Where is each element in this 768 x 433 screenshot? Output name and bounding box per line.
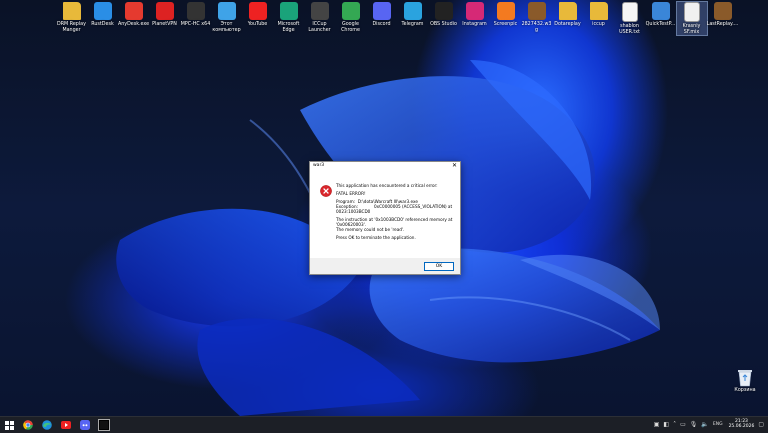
desktop-icon[interactable]: Этот компьютер <box>212 2 242 35</box>
desktop-icon-label: Этот компьютер <box>212 22 241 33</box>
volume-icon[interactable]: 🔈 <box>701 421 708 428</box>
text-file-icon <box>621 2 638 22</box>
system-tray: ▣ ◧ ˄ ▭ 🎙 🔈 ENG 21:23 25.06.2026 ▢ <box>650 419 764 429</box>
desktop-icon-label: Screenpic <box>493 22 518 27</box>
desktop-icon[interactable]: MPC-HC x64 <box>181 2 211 35</box>
computer-icon <box>217 2 236 20</box>
error-message: This application has encountered a criti… <box>336 183 456 240</box>
desktop-icon[interactable]: PlanetVPN <box>150 2 180 35</box>
desktop-icon-label: shablon USER.txt <box>619 24 640 35</box>
desktop-icon-label: Krasniy SF.mix <box>682 24 701 35</box>
obs-icon <box>434 2 453 20</box>
error-dialog: war3 ✕ This application has encountered … <box>309 161 461 275</box>
close-icon[interactable]: ✕ <box>452 162 457 169</box>
youtube-icon <box>248 2 267 20</box>
desktop-icon-label: ICCup Launcher <box>308 22 331 33</box>
recycle-bin-label: Корзина <box>734 388 756 393</box>
desktop-icon[interactable]: Krasniy SF.mix <box>675 0 708 37</box>
dialog-titlebar[interactable]: war3 ✕ <box>310 162 460 170</box>
desktop-icon-label: YouTube <box>247 22 268 27</box>
desktop-icon-label: Discord <box>372 22 391 27</box>
desktop-icon[interactable]: QuickTestP... <box>646 2 676 35</box>
desktop-icon[interactable]: Discord <box>367 2 397 35</box>
quicktest-icon <box>651 2 670 20</box>
w3g-icon <box>527 2 546 20</box>
iccup-icon <box>310 2 329 20</box>
desktop-icon[interactable]: Telegram <box>398 2 428 35</box>
clock[interactable]: 21:23 25.06.2026 <box>729 419 755 429</box>
w3g-icon <box>713 2 732 20</box>
recycle-bin[interactable]: Корзина <box>731 367 759 393</box>
taskbar-apps <box>4 419 118 431</box>
screenpic-icon <box>496 2 515 20</box>
error-icon <box>320 182 332 197</box>
show-hidden-icons-icon[interactable]: ˄ <box>673 421 676 428</box>
network-icon[interactable]: ▭ <box>680 421 686 428</box>
edge-icon[interactable] <box>42 420 52 430</box>
desktop-icon-label: iccup <box>592 22 605 27</box>
desktop-icon[interactable]: Screenpic <box>491 2 521 35</box>
desktop-icon-label: LastReplay.... <box>706 22 739 27</box>
desktop-icon[interactable]: iccup <box>584 2 614 35</box>
desktop-icon[interactable]: Microsoft Edge <box>274 2 304 35</box>
tray-app-icon[interactable]: ▣ <box>654 421 660 428</box>
discord-icon[interactable] <box>80 420 90 430</box>
youtube-icon[interactable] <box>61 420 71 430</box>
desktop-icon[interactable]: RustDesk <box>88 2 118 35</box>
desktop-icon-label: Google Chrome <box>341 22 360 33</box>
desktop-icon-label: Microsoft Edge <box>277 22 300 33</box>
desktop-icon[interactable]: shablon USER.txt <box>615 2 645 35</box>
desktop-icon[interactable]: DRM Replay Manger <box>57 2 87 35</box>
microphone-icon[interactable]: 🎙 <box>690 421 698 428</box>
desktop-icon-label: Telegram <box>401 22 424 27</box>
desktop-icon[interactable]: AnyDesk.exe <box>117 2 150 35</box>
file-icon <box>683 2 700 22</box>
chrome-icon <box>341 2 360 20</box>
chrome-icon[interactable] <box>23 420 33 430</box>
folder-icon <box>558 2 577 20</box>
desktop-icon[interactable]: OBS Studio <box>429 2 459 35</box>
clock-date: 25.06.2026 <box>728 424 755 429</box>
ok-button[interactable]: OK <box>424 262 454 271</box>
rustdesk-icon <box>93 2 112 20</box>
dialog-footer: OK <box>310 258 460 274</box>
language-indicator[interactable]: ENG <box>713 422 723 427</box>
desktop-icon[interactable]: Google Chrome <box>336 2 366 35</box>
telegram-icon <box>403 2 422 20</box>
desktop-icon-label: Instagram <box>462 22 487 27</box>
mpc-icon <box>186 2 205 20</box>
warcraft-icon[interactable] <box>98 419 110 431</box>
desktop-icon-label: DRM Replay Manger <box>57 22 86 33</box>
notification-icon[interactable]: ▢ <box>758 421 764 428</box>
tray-app-icon[interactable]: ◧ <box>663 421 669 428</box>
desktop-icon-row: DRM Replay Manger RustDesk AnyDesk.exe Plan… <box>56 0 739 37</box>
desktop-icon[interactable]: Instagram <box>460 2 490 35</box>
dialog-title: war3 <box>313 163 325 168</box>
desktop-icon-label: MPC-HC x64 <box>180 22 211 27</box>
desktop-icon[interactable]: YouTube <box>243 2 273 35</box>
folder-icon <box>589 2 608 20</box>
desktop-icon-label: RustDesk <box>91 22 114 27</box>
desktop-icon-label: OBS Studio <box>430 22 457 27</box>
desktop-icon-label: 2827432.w3g <box>521 22 552 33</box>
desktop-icon-label: QuickTestP... <box>645 22 676 27</box>
folder-icon <box>62 2 81 20</box>
message-line: Press OK to terminate the application. <box>336 235 416 240</box>
anydesk-icon <box>124 2 143 20</box>
desktop-icon-label: AnyDesk.exe <box>117 22 150 27</box>
discord-icon <box>372 2 391 20</box>
desktop-icon[interactable]: 2827432.w3g <box>522 2 552 35</box>
desktop-icon[interactable]: LastReplay.... <box>706 2 739 35</box>
desktop-icon[interactable]: ICCup Launcher <box>305 2 335 35</box>
taskbar: ▣ ◧ ˄ ▭ 🎙 🔈 ENG 21:23 25.06.2026 ▢ <box>0 416 768 433</box>
desktop-icon[interactable]: Dotareplay <box>553 2 583 35</box>
edge-icon <box>279 2 298 20</box>
instagram-icon <box>465 2 484 20</box>
desktop-icon-label: PlanetVPN <box>152 22 177 27</box>
dialog-body: This application has encountered a criti… <box>310 170 460 258</box>
desktop-icon-label: Dotareplay <box>554 22 581 27</box>
windows-start-icon[interactable] <box>4 420 14 430</box>
planetvpn-icon <box>155 2 174 20</box>
recycle-bin-icon <box>736 367 754 387</box>
